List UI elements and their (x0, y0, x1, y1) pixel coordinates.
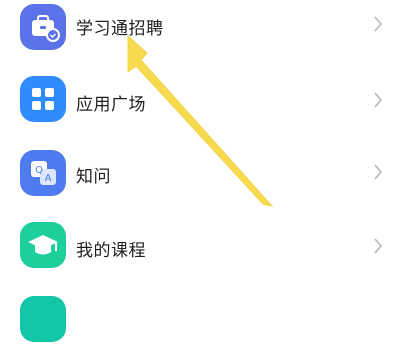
partial-icon (20, 296, 66, 342)
menu-item-label: 我的课程 (76, 241, 146, 261)
chevron-right-icon (374, 164, 383, 180)
graduation-cap-icon (20, 222, 66, 268)
menu-item-my-courses[interactable]: 我的课程 (0, 210, 400, 283)
briefcase-icon (20, 4, 66, 50)
menu-item-label: 知问 (76, 167, 111, 187)
menu-item-label: 学习通招聘 (76, 19, 164, 39)
qa-icon: Q A (20, 150, 66, 196)
menu-item-app-plaza[interactable]: 应用广场 (0, 64, 400, 137)
menu-item-partial[interactable] (0, 284, 400, 357)
chevron-right-icon (374, 16, 383, 32)
qa-icon-a: A (45, 173, 52, 184)
chevron-right-icon (374, 92, 383, 108)
menu-item-recruitment[interactable]: 学习通招聘 (0, 0, 400, 73)
menu-item-label: 应用广场 (76, 95, 146, 115)
app-grid-icon (20, 76, 66, 122)
menu-item-zhiwen[interactable]: Q A 知问 (0, 138, 400, 211)
chevron-right-icon (374, 238, 383, 254)
qa-icon-q: Q (35, 165, 43, 176)
menu-list: 学习通招聘 应用广场 Q A 知问 我的课程 (0, 0, 400, 342)
